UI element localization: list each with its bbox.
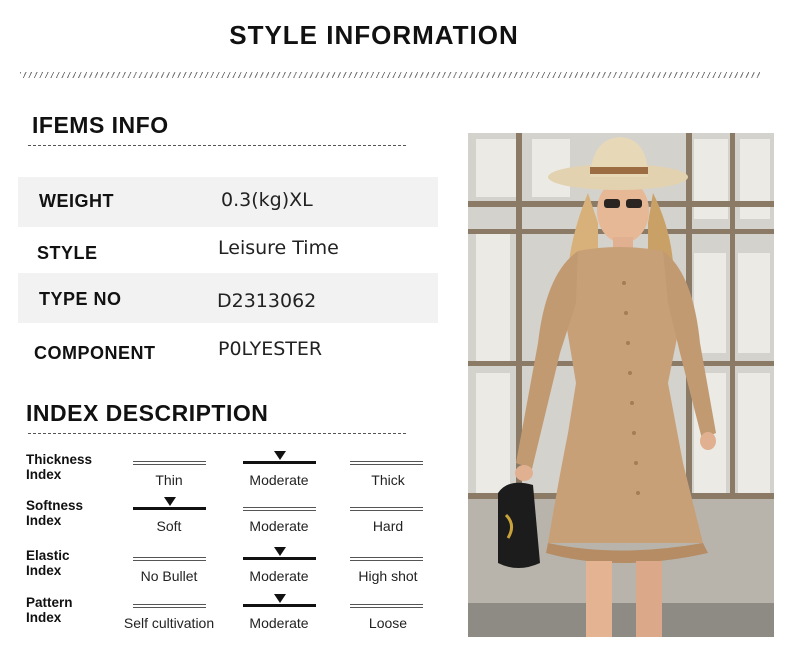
index-description-divider <box>28 433 406 434</box>
scale-option-label: Thin <box>155 472 183 488</box>
index-row-label: Pattern Index <box>26 595 73 625</box>
scale-bar <box>350 604 423 608</box>
scale-option-label: Loose <box>368 615 408 631</box>
info-row-component: COMPONENT P0LYESTER <box>18 327 438 377</box>
scale-option-label: Thick <box>371 472 405 488</box>
scale-option-label: No Bullet <box>140 568 198 584</box>
scale-bar <box>133 604 206 608</box>
info-label: COMPONENT <box>34 343 156 363</box>
info-label: WEIGHT <box>39 191 114 211</box>
index-row-label: Softness Index <box>26 498 83 528</box>
scale-bar <box>350 507 423 511</box>
items-info-divider <box>28 145 406 146</box>
scale-bar-selected <box>243 557 316 560</box>
scale-bar-selected <box>133 507 206 510</box>
product-photo <box>468 133 774 637</box>
info-label: TYPE NO <box>39 289 122 309</box>
scale-bar-selected <box>243 461 316 464</box>
info-row-type-no: TYPE NO D2313062 <box>18 273 438 323</box>
index-label-line1: Pattern <box>26 595 73 610</box>
info-row-style: STYLE Leisure Time <box>18 226 438 276</box>
scale-option-label: Self cultivation <box>123 615 215 631</box>
scale-bar <box>350 461 423 465</box>
scale-option-label: Hard <box>372 518 404 534</box>
index-label-line2: Index <box>26 563 62 578</box>
index-description-heading: INDEX DESCRIPTION <box>26 400 269 426</box>
scale-option-label: Soft <box>156 518 182 534</box>
info-value: P0LYESTER <box>218 338 323 360</box>
scale-bar <box>350 557 423 561</box>
scale-option-label: Moderate <box>249 615 309 631</box>
index-label-line1: Thickness <box>26 452 93 467</box>
index-label-line1: Elastic <box>26 548 70 563</box>
scale-bar <box>243 507 316 511</box>
info-row-weight: WEIGHT 0.3(kg)XL <box>18 177 438 227</box>
index-label-line2: Index <box>26 513 62 528</box>
selected-marker-icon <box>273 594 286 603</box>
scale-option-label: Moderate <box>249 518 309 534</box>
scale-bar <box>133 461 206 465</box>
scale-bar-selected <box>243 604 316 607</box>
index-row-label: Elastic Index <box>26 548 70 578</box>
info-value: Leisure Time <box>218 237 339 259</box>
index-label-line2: Index <box>26 610 62 625</box>
scale-bar <box>133 557 206 561</box>
decorative-slash-divider <box>20 72 760 78</box>
selected-marker-icon <box>273 547 286 556</box>
scale-option-label: Moderate <box>249 472 309 488</box>
scale-option-label: Moderate <box>249 568 309 584</box>
items-info-heading: IFEMS INFO <box>32 112 169 138</box>
index-label-line2: Index <box>26 467 62 482</box>
info-value: D2313062 <box>217 290 317 312</box>
page-title: STYLE INFORMATION <box>229 20 519 50</box>
index-label-line1: Softness <box>26 498 84 513</box>
model-illustration <box>468 133 774 637</box>
index-row-label: Thickness Index <box>26 452 92 482</box>
selected-marker-icon <box>273 451 286 460</box>
scale-option-label: High shot <box>358 568 418 584</box>
info-value: 0.3(kg)XL <box>221 189 313 211</box>
selected-marker-icon <box>163 497 176 506</box>
info-label: STYLE <box>37 243 98 263</box>
